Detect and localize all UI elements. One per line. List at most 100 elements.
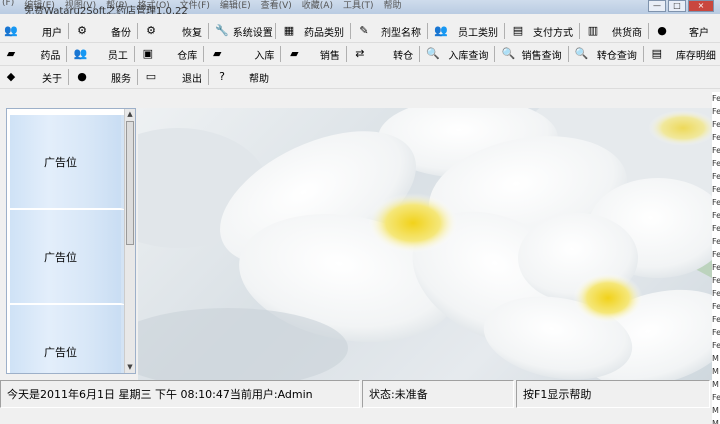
toolbar-icon: ▤ xyxy=(512,24,524,37)
edge-glyph: Fe xyxy=(712,302,720,311)
toolbar-separator xyxy=(642,46,644,62)
toolbar-button-label: 恢复 xyxy=(182,27,202,39)
toolbar-separator xyxy=(350,23,351,39)
toolbar-icon: 👥 xyxy=(434,24,448,37)
toolbar-help: ◆ 关于 ● 服务 ▭ 退出 ? 帮助 xyxy=(0,66,720,89)
toolbar-button-label: 客户 xyxy=(689,27,709,39)
toolbar-button-label: 退出 xyxy=(182,73,202,85)
toolbar-button-toolbar2-9[interactable]: ▤ 库存明细 xyxy=(646,44,720,64)
edge-glyph: M xyxy=(712,406,719,415)
menu-ghost-item: 帮助 xyxy=(383,1,402,11)
edge-glyph: M xyxy=(712,367,719,376)
toolbar-separator xyxy=(427,23,428,39)
menu-ghost-item: 查看(V) xyxy=(260,1,292,11)
edge-glyph: Fe xyxy=(712,146,720,155)
edge-glyph: Fe xyxy=(712,237,720,246)
edge-glyph: Fe xyxy=(712,94,720,103)
edge-glyph: Fe xyxy=(712,211,720,220)
edge-glyph: Fe xyxy=(712,315,720,324)
toolbar-button-toolbar1-4[interactable]: ▦ 药品类别 xyxy=(278,21,348,41)
toolbar-button-label: 供货商 xyxy=(612,27,642,39)
scroll-thumb[interactable] xyxy=(126,121,134,245)
toolbar-button-label: 入库 xyxy=(254,50,275,62)
toolbar-icon: ⚙ xyxy=(77,24,87,37)
right-edge-strip: Fe Fe Fe Fe Fe Fe Fe Fe Fe Fe Fe Fe Fe Fe Fe Fe Fe Fe Fe Fe… xyxy=(712,92,720,424)
toolbar-button-toolbar2-6[interactable]: 🔍 入库查询 xyxy=(422,44,492,64)
toolbar-button-label: 入库查询 xyxy=(448,50,489,62)
toolbar-main: 👥 用户 ⚙ 备份 ⚙ 恢复 🔧 系统设置 ▦ 药品类别 ✎ 剂型名称 👥 员工类别 ▤ 支付方式 ▥ 供货商 ● 客… xyxy=(0,20,720,43)
edge-glyph: Fe xyxy=(712,263,720,272)
toolbar-button-label: 库存明细 xyxy=(675,50,716,62)
toolbar-separator xyxy=(66,46,68,62)
toolbar-button-toolbar1-3[interactable]: 🔧 系统设置 xyxy=(211,21,273,41)
toolbar-button-toolbar3-1[interactable]: ● 服务 xyxy=(71,67,135,87)
toolbar-button-toolbar1-9[interactable]: ● 客户 xyxy=(651,21,713,41)
ad-scrollbar[interactable]: ▲ ▼ xyxy=(124,109,135,373)
toolbar-icon: 🔧 xyxy=(215,24,229,37)
toolbar-separator xyxy=(133,46,135,62)
edge-glyph: M xyxy=(712,419,719,424)
toolbar-button-toolbar2-7[interactable]: 🔍 销售查询 xyxy=(497,44,565,64)
toolbar-icon: 👥 xyxy=(4,24,18,37)
toolbar-button-toolbar1-7[interactable]: ▤ 支付方式 xyxy=(507,21,577,41)
toolbar-button-toolbar2-2[interactable]: ▣ 仓库 xyxy=(137,44,201,64)
toolbar-separator xyxy=(208,69,209,85)
edge-glyph: Fe xyxy=(712,107,720,116)
toolbar-button-toolbar2-4[interactable]: ▰ 销售 xyxy=(283,44,344,64)
edge-glyph: M xyxy=(712,354,719,363)
toolbar-button-toolbar1-0[interactable]: 👥 用户 xyxy=(0,21,66,41)
status-state: 状态:未准备 xyxy=(362,380,514,408)
status-datetime: 今天是2011年6月1日 星期三 下午 08:10:47当前用户:Admin xyxy=(0,380,360,408)
toolbar-icon: ▭ xyxy=(145,70,157,83)
toolbar-button-toolbar3-0[interactable]: ◆ 关于 xyxy=(0,67,66,87)
toolbar-button-toolbar3-3[interactable]: ? 帮助 xyxy=(211,67,273,87)
maximize-button[interactable]: □ xyxy=(668,0,686,12)
toolbar-separator xyxy=(68,69,69,85)
toolbar-button-toolbar2-8[interactable]: 🔍 转仓查询 xyxy=(571,44,641,64)
toolbar-button-toolbar1-5[interactable]: ✎ 剂型名称 xyxy=(353,21,425,41)
toolbar-separator xyxy=(648,23,649,39)
ad-panel: 广告位 广告位 广告位 ▲ ▼ xyxy=(6,108,136,374)
toolbar-separator xyxy=(203,46,205,62)
toolbar-separator xyxy=(275,23,276,39)
toolbar-separator xyxy=(419,46,421,62)
menu-ghost-item: 工具(T) xyxy=(342,1,374,11)
toolbar-button-label: 关于 xyxy=(42,73,62,85)
toolbar-operations: ▰ 药品 👥 员工 ▣ 仓库 ▰ 入库 ▰ 销售 ⇄ 转仓 🔍 入库查询 🔍 销售查询 🔍 转仓查询 ▤ 库存明细 xyxy=(0,43,720,66)
toolbar-button-toolbar2-1[interactable]: 👥 员工 xyxy=(69,44,131,64)
ad-slot-1[interactable]: 广告位 xyxy=(10,115,127,210)
menu-ghost-item: 收藏(A) xyxy=(301,1,333,11)
toolbar-button-toolbar1-8[interactable]: ▥ 供货商 xyxy=(582,21,646,41)
toolbar-button-toolbar1-2[interactable]: ⚙ 恢复 xyxy=(140,21,206,41)
menu-ghost-item: 编辑(E) xyxy=(219,1,251,11)
ad-slot-3[interactable]: 广告位 xyxy=(10,305,127,373)
close-button[interactable]: × xyxy=(688,0,714,12)
toolbar-icon: ◆ xyxy=(6,70,16,83)
toolbar-icon: ⚙ xyxy=(146,24,156,37)
toolbar-button-label: 支付方式 xyxy=(533,27,573,39)
toolbar-button-label: 药品类别 xyxy=(304,27,344,39)
scroll-up-icon[interactable]: ▲ xyxy=(125,109,135,120)
toolbar-button-toolbar2-3[interactable]: ▰ 入库 xyxy=(206,44,278,64)
toolbar-button-label: 服务 xyxy=(111,73,131,85)
edge-glyph: Fe xyxy=(712,276,720,285)
toolbar-icon: ▰ xyxy=(6,47,16,60)
edge-glyph: Fe xyxy=(712,224,720,233)
toolbar-icon: ▰ xyxy=(212,47,222,60)
toolbar-button-toolbar3-2[interactable]: ▭ 退出 xyxy=(140,67,206,87)
toolbar-button-toolbar2-5[interactable]: ⇄ 转仓 xyxy=(349,44,417,64)
toolbar-icon: ▰ xyxy=(290,47,299,60)
toolbar-button-label: 销售查询 xyxy=(521,50,562,62)
scroll-down-icon[interactable]: ▼ xyxy=(125,362,135,373)
toolbar-button-toolbar1-6[interactable]: 👥 员工类别 xyxy=(430,21,502,41)
toolbar-button-label: 销售 xyxy=(319,50,340,62)
flower-banner-image xyxy=(138,108,712,380)
edge-glyph: Fe xyxy=(712,341,720,350)
toolbar-separator xyxy=(208,23,209,39)
toolbar-separator xyxy=(494,46,496,62)
ad-slot-2[interactable]: 广告位 xyxy=(10,210,127,305)
minimize-button[interactable]: — xyxy=(648,0,666,12)
toolbar-button-toolbar1-1[interactable]: ⚙ 备份 xyxy=(71,21,135,41)
edge-glyph: Fe xyxy=(712,172,720,181)
toolbar-button-toolbar2-0[interactable]: ▰ 药品 xyxy=(0,44,64,64)
